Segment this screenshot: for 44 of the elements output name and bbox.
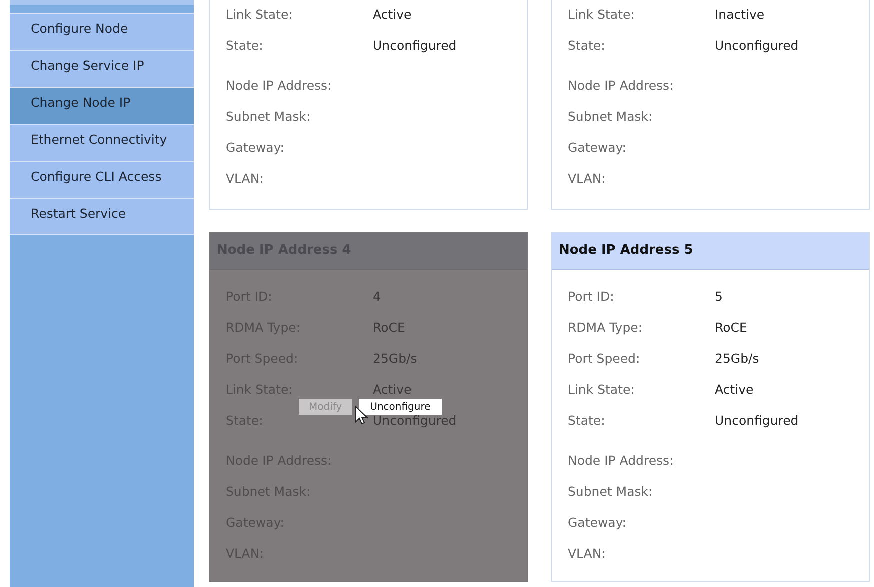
cursor-icon bbox=[355, 406, 368, 425]
field-label: Subnet Mask: bbox=[568, 484, 653, 499]
field-label: Port Speed: bbox=[568, 351, 640, 366]
field-label: Port ID: bbox=[568, 289, 614, 304]
field-value: RoCE bbox=[715, 320, 748, 335]
field-label: Subnet Mask: bbox=[226, 109, 311, 124]
field-label: Link State: bbox=[568, 7, 635, 22]
field-value: Unconfigured bbox=[715, 413, 799, 428]
field-label: Gateway: bbox=[226, 140, 285, 155]
sidebar-item[interactable]: Configure Node bbox=[10, 13, 194, 50]
field-label: RDMA Type: bbox=[568, 320, 643, 335]
field-label: Gateway: bbox=[568, 515, 627, 530]
action-button[interactable]: Unconfigure bbox=[359, 399, 442, 415]
sidebar-item[interactable]: Ethernet Connectivity bbox=[10, 124, 194, 161]
field-label: Node IP Address: bbox=[226, 78, 332, 93]
field-label: Link State: bbox=[226, 7, 293, 22]
field-value: Inactive bbox=[715, 7, 765, 22]
field-value: Active bbox=[715, 382, 754, 397]
sidebar-item[interactable]: Configure CLI Access bbox=[10, 161, 194, 198]
field-value: 4 bbox=[373, 289, 381, 304]
field-value: Unconfigured bbox=[715, 38, 799, 53]
field-label: VLAN: bbox=[226, 171, 264, 186]
field-label: State: bbox=[568, 413, 606, 428]
sidebar-item[interactable]: Restart Service bbox=[10, 198, 194, 235]
field-label: Link State: bbox=[568, 382, 635, 397]
field-value: Unconfigured bbox=[373, 38, 457, 53]
field-value: Active bbox=[373, 7, 412, 22]
field-label: VLAN: bbox=[568, 546, 606, 561]
field-value: RoCE bbox=[373, 320, 406, 335]
field-value: 25Gb/s bbox=[715, 351, 760, 366]
field-label: Node IP Address: bbox=[568, 453, 674, 468]
field-value: 5 bbox=[715, 289, 723, 304]
field-value: Active bbox=[373, 382, 412, 397]
field-label: Node IP Address: bbox=[568, 78, 674, 93]
field-value: Unconfigured bbox=[373, 413, 457, 428]
card-header: Node IP Address 5 bbox=[552, 233, 869, 270]
field-label: VLAN: bbox=[568, 171, 606, 186]
field-label: Gateway: bbox=[568, 140, 627, 155]
field-label: State: bbox=[226, 38, 264, 53]
field-label: Subnet Mask: bbox=[568, 109, 653, 124]
sidebar-item[interactable]: Change Service IP bbox=[10, 50, 194, 87]
sidebar-item[interactable]: Change Node IP bbox=[10, 87, 194, 124]
field-label: State: bbox=[568, 38, 606, 53]
field-value: 25Gb/s bbox=[373, 351, 418, 366]
